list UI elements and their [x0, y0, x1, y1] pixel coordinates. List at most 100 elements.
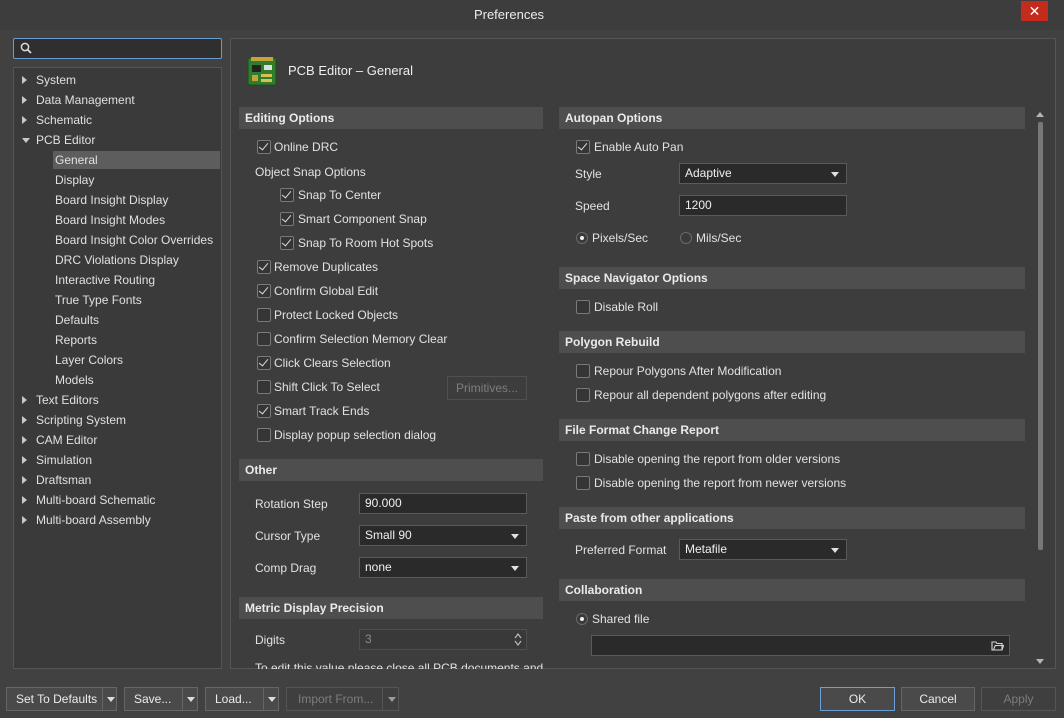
import-from-button[interactable]: Import From... — [286, 687, 399, 711]
smart-track-ends-checkbox[interactable] — [257, 404, 271, 418]
click-clears-checkbox[interactable] — [257, 356, 271, 370]
speed-input[interactable]: 1200 — [679, 195, 847, 216]
apply-button[interactable]: Apply — [981, 687, 1056, 711]
tree-item-draftsman[interactable]: Draftsman — [22, 471, 212, 489]
save-label: Save... — [134, 692, 172, 706]
confirm-global-edit-checkbox[interactable] — [257, 284, 271, 298]
tree-item-data-management[interactable]: Data Management — [22, 91, 212, 109]
tree-item-simulation[interactable]: Simulation — [22, 451, 212, 469]
expand-right-icon[interactable] — [22, 496, 27, 504]
comp-drag-dropdown[interactable]: none — [359, 557, 527, 578]
tree-item-label: General — [55, 153, 98, 167]
tree-item-scripting-system[interactable]: Scripting System — [22, 411, 212, 429]
chevron-down-icon — [831, 548, 839, 553]
set-to-defaults-label: Set To Defaults — [16, 692, 98, 706]
load-button[interactable]: Load... — [205, 687, 279, 711]
enable-autopan-checkbox[interactable] — [576, 140, 590, 154]
tree-item-interactive-routing[interactable]: Interactive Routing — [53, 271, 220, 289]
folder-open-icon[interactable] — [991, 640, 1004, 651]
repour-after-label: Repour Polygons After Modification — [594, 364, 782, 378]
remove-duplicates-checkbox[interactable] — [257, 260, 271, 274]
tree-item-label: Board Insight Color Overrides — [55, 233, 214, 247]
spinner-arrows-icon[interactable] — [514, 632, 522, 647]
section-header-other: Other — [239, 459, 543, 481]
expand-right-icon[interactable] — [22, 456, 27, 464]
tree-item-cam-editor[interactable]: CAM Editor — [22, 431, 212, 449]
tree-item-true-type-fonts[interactable]: True Type Fonts — [53, 291, 220, 309]
scroll-down-icon[interactable] — [1036, 659, 1044, 664]
tree-item-label: Layer Colors — [55, 353, 124, 367]
ok-button[interactable]: OK — [820, 687, 895, 711]
expand-right-icon[interactable] — [22, 476, 27, 484]
tree-item-board-insight-display[interactable]: Board Insight Display — [53, 191, 220, 209]
tree-item-label: Scripting System — [36, 413, 127, 427]
tree-item-layer-colors[interactable]: Layer Colors — [53, 351, 220, 369]
tree-item-board-insight-modes[interactable]: Board Insight Modes — [53, 211, 220, 229]
display-popup-checkbox[interactable] — [257, 428, 271, 442]
close-button[interactable]: ✕ — [1021, 1, 1048, 21]
save-button[interactable]: Save... — [124, 687, 198, 711]
digits-spinner[interactable]: 3 — [359, 629, 527, 650]
chevron-down-icon[interactable] — [388, 697, 396, 702]
section-header-editing: Editing Options — [239, 107, 543, 129]
tree-item-multi-board-assembly[interactable]: Multi-board Assembly — [22, 511, 212, 529]
confirm-selection-memory-checkbox[interactable] — [257, 332, 271, 346]
protect-locked-checkbox[interactable] — [257, 308, 271, 322]
search-input[interactable] — [36, 41, 216, 56]
snap-room-checkbox[interactable] — [280, 236, 294, 250]
chevron-down-icon[interactable] — [107, 697, 115, 702]
smart-component-snap-checkbox[interactable] — [280, 212, 294, 226]
style-dropdown[interactable]: Adaptive — [679, 163, 847, 184]
shared-file-radio[interactable] — [576, 613, 588, 625]
tree-item-drc-violations-display[interactable]: DRC Violations Display — [53, 251, 220, 269]
disable-older-checkbox[interactable] — [576, 452, 590, 466]
tree-item-text-editors[interactable]: Text Editors — [22, 391, 212, 409]
tree-item-system[interactable]: System — [22, 71, 212, 89]
tree-item-label: True Type Fonts — [55, 293, 142, 307]
preferences-tree[interactable]: System Data Management Schematic PCB Editor… — [13, 67, 222, 669]
repour-dependent-checkbox[interactable] — [576, 388, 590, 402]
cancel-button[interactable]: Cancel — [901, 687, 975, 711]
expand-right-icon[interactable] — [22, 436, 27, 444]
close-icon: ✕ — [1028, 3, 1041, 19]
set-to-defaults-button[interactable]: Set To Defaults — [6, 687, 117, 711]
tree-item-schematic[interactable]: Schematic — [22, 111, 212, 129]
tree-item-defaults[interactable]: Defaults — [53, 311, 220, 329]
expand-down-icon[interactable] — [22, 138, 30, 143]
rotation-step-input[interactable]: 90.000 — [359, 493, 527, 514]
tree-item-multi-board-schematic[interactable]: Multi-board Schematic — [22, 491, 212, 509]
tree-item-label: Board Insight Modes — [55, 213, 166, 227]
mils-sec-radio[interactable] — [680, 232, 692, 244]
tree-item-pcb-editor[interactable]: PCB Editor — [22, 131, 212, 149]
repour-after-checkbox[interactable] — [576, 364, 590, 378]
chevron-down-icon[interactable] — [187, 697, 195, 702]
digits-label: Digits — [255, 633, 286, 647]
pixels-sec-radio[interactable] — [576, 232, 588, 244]
tree-item-models[interactable]: Models — [53, 371, 220, 389]
preferred-format-dropdown[interactable]: Metafile — [679, 539, 847, 560]
expand-right-icon[interactable] — [22, 76, 27, 84]
disable-roll-checkbox[interactable] — [576, 300, 590, 314]
tree-item-reports[interactable]: Reports — [53, 331, 220, 349]
preferred-format-label: Preferred Format — [575, 543, 667, 557]
online-drc-checkbox[interactable] — [257, 140, 271, 154]
snap-center-checkbox[interactable] — [280, 188, 294, 202]
expand-right-icon[interactable] — [22, 96, 27, 104]
shift-click-checkbox[interactable] — [257, 380, 271, 394]
scroll-thumb[interactable] — [1038, 122, 1043, 550]
tree-item-display[interactable]: Display — [53, 171, 220, 189]
tree-item-general[interactable]: General — [53, 151, 220, 169]
expand-right-icon[interactable] — [22, 396, 27, 404]
shared-file-path-input[interactable] — [591, 635, 1010, 656]
expand-right-icon[interactable] — [22, 116, 27, 124]
tree-item-board-insight-color-overrides[interactable]: Board Insight Color Overrides — [53, 231, 220, 249]
search-box[interactable] — [13, 38, 222, 59]
disable-roll-label: Disable Roll — [594, 300, 659, 314]
scroll-up-icon[interactable] — [1036, 112, 1044, 117]
chevron-down-icon[interactable] — [268, 697, 276, 702]
expand-right-icon[interactable] — [22, 416, 27, 424]
expand-right-icon[interactable] — [22, 516, 27, 524]
primitives-button[interactable]: Primitives... — [447, 376, 527, 400]
disable-newer-checkbox[interactable] — [576, 476, 590, 490]
cursor-type-dropdown[interactable]: Small 90 — [359, 525, 527, 546]
